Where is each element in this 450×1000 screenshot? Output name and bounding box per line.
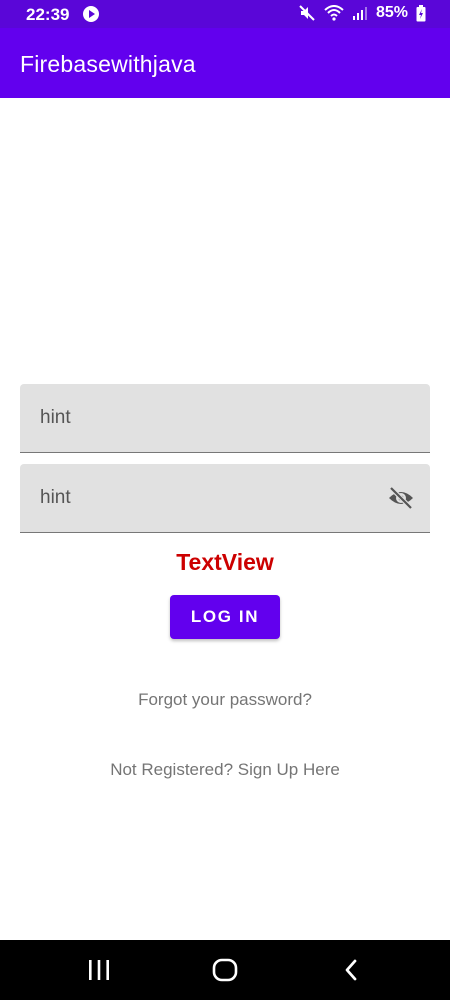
status-message: TextView — [176, 549, 274, 575]
email-input[interactable] — [40, 405, 370, 431]
password-field[interactable] — [20, 464, 430, 533]
signal-icon — [352, 5, 368, 21]
play-icon — [83, 6, 99, 22]
status-time: 22:39 — [26, 5, 70, 24]
mute-icon — [298, 4, 316, 22]
password-input[interactable] — [40, 485, 370, 511]
wifi-icon — [324, 5, 344, 21]
app-title: Firebasewithjava — [20, 51, 196, 77]
forgot-password-link[interactable]: Forgot your password? — [0, 690, 450, 710]
status-bar: 22:39 85% — [0, 0, 450, 28]
status-icons: 85% — [298, 4, 426, 22]
visibility-off-icon[interactable] — [386, 484, 416, 512]
login-button[interactable]: LOG IN — [170, 595, 280, 639]
sign-up-link[interactable]: Not Registered? Sign Up Here — [0, 760, 450, 780]
battery-percent: 85% — [375, 4, 408, 21]
recents-icon[interactable] — [69, 940, 129, 1000]
email-field[interactable] — [20, 384, 430, 453]
battery-icon — [416, 4, 426, 22]
back-icon[interactable] — [321, 940, 381, 1000]
nav-bar — [0, 940, 450, 1000]
app-bar: Firebasewithjava — [0, 28, 450, 98]
home-icon[interactable] — [195, 940, 255, 1000]
